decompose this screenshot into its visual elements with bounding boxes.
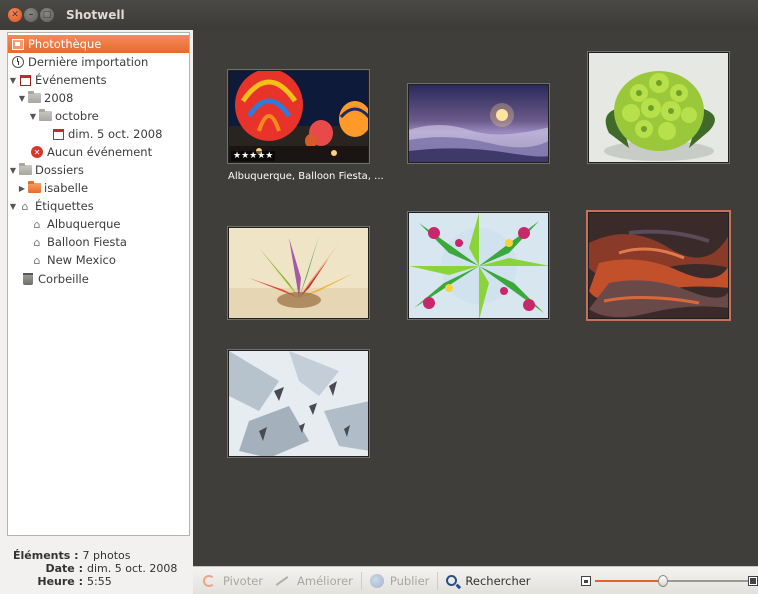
bottom-toolbar: Pivoter Améliorer Publier Rechercher: [193, 566, 758, 594]
sidebar-item-trash[interactable]: Corbeille: [21, 270, 89, 288]
folder-icon: [27, 91, 41, 104]
sidebar-item-month[interactable]: ▼ octobre: [28, 107, 99, 125]
info-panel: Éléments : 7 photos Date : dim. 5 oct. 2…: [7, 543, 190, 591]
toolbar-separator: [360, 571, 362, 590]
zoom-out-icon[interactable]: [581, 576, 591, 586]
expander-down-icon[interactable]: ▼: [8, 202, 18, 211]
sidebar-item-label: Albuquerque: [47, 217, 121, 231]
rotate-label: Pivoter: [223, 573, 264, 588]
title-bar: ✕ – □ Shotwell: [0, 0, 758, 30]
info-elements-value: 7 photos: [82, 549, 131, 562]
sidebar-item-tag[interactable]: ⌂ Albuquerque: [30, 215, 121, 233]
folder-icon: [27, 181, 41, 194]
sidebar-item-label: dim. 5 oct. 2008: [68, 127, 163, 141]
maximize-icon[interactable]: □: [40, 8, 54, 22]
sidebar: Photothèque Dernière importation ▼ Événe…: [7, 32, 190, 536]
photo-grid: ★★★★★ Albuquerque, Balloon Fiesta, ...: [193, 30, 758, 566]
tag-icon: ⌂: [33, 253, 41, 267]
photo-thumbnail[interactable]: [588, 212, 729, 319]
enhance-wand-icon: [275, 575, 289, 586]
info-date-value: dim. 5 oct. 2008: [87, 562, 178, 575]
zoom-handle[interactable]: [658, 575, 668, 587]
library-icon: [11, 38, 25, 50]
expander-right-icon[interactable]: ▶: [17, 184, 27, 193]
rotate-button[interactable]: Pivoter: [197, 569, 269, 593]
publish-label: Publier: [389, 573, 430, 588]
expander-down-icon[interactable]: ▼: [8, 166, 18, 175]
sidebar-item-tag[interactable]: ⌂ Balloon Fiesta: [30, 233, 127, 251]
close-icon[interactable]: ✕: [8, 8, 22, 22]
expander-down-icon[interactable]: ▼: [8, 76, 18, 85]
info-date-key: Date :: [45, 562, 83, 575]
photo-thumbnail[interactable]: [408, 212, 549, 319]
tag-icon: ⌂: [21, 199, 29, 213]
toolbar-separator: [437, 571, 439, 590]
sidebar-item-label: Balloon Fiesta: [47, 235, 127, 249]
sidebar-item-year[interactable]: ▼ 2008: [17, 89, 73, 107]
sidebar-item-event-day[interactable]: dim. 5 oct. 2008: [51, 125, 162, 143]
sidebar-item-tags[interactable]: ▼ ⌂ Étiquettes: [8, 197, 94, 215]
sidebar-item-label: Événements: [35, 73, 107, 87]
sidebar-item-label: Dossiers: [35, 163, 84, 177]
info-elements-key: Éléments :: [13, 549, 79, 562]
sidebar-item-label: 2008: [44, 91, 74, 105]
tag-icon: ⌂: [33, 217, 41, 231]
photo-thumbnail[interactable]: [408, 84, 549, 163]
search-icon: [446, 575, 458, 586]
clock-icon: [11, 56, 25, 68]
sidebar-item-label: Photothèque: [28, 37, 102, 51]
enhance-label: Améliorer: [297, 573, 353, 588]
error-icon: ✕: [30, 146, 44, 158]
expander-down-icon[interactable]: ▼: [17, 94, 27, 103]
tag-icon: ⌂: [33, 235, 41, 249]
window-title: Shotwell: [66, 8, 125, 22]
sidebar-item-label: Dernière importation: [28, 55, 149, 69]
photo-thumbnail[interactable]: [588, 52, 729, 163]
sidebar-item-isabelle[interactable]: ▶ isabelle: [17, 179, 88, 197]
info-time-value: 5:55: [87, 575, 112, 588]
expander-down-icon[interactable]: ▼: [28, 112, 38, 121]
sidebar-item-label: New Mexico: [47, 253, 116, 267]
search-button[interactable]: Rechercher: [440, 569, 536, 593]
window-controls: ✕ – □: [8, 8, 54, 22]
rating-stars: ★★★★★: [231, 151, 276, 161]
zoom-slider[interactable]: [581, 574, 758, 588]
sidebar-item-label: isabelle: [44, 181, 89, 195]
calendar-icon: [51, 128, 65, 140]
zoom-in-icon[interactable]: [748, 576, 758, 586]
sidebar-item-label: Corbeille: [38, 272, 89, 286]
folder-icon: [18, 163, 32, 176]
publish-button[interactable]: Publier: [364, 569, 436, 593]
info-time-key: Heure :: [37, 575, 83, 588]
photo-thumbnail[interactable]: ★★★★★: [228, 70, 369, 163]
globe-icon: [369, 573, 384, 588]
zoom-track[interactable]: [595, 575, 755, 587]
sidebar-item-label: Étiquettes: [35, 199, 94, 213]
sidebar-item-label: Aucun événement: [47, 145, 153, 159]
enhance-button[interactable]: Améliorer: [269, 569, 359, 593]
sidebar-item-folders[interactable]: ▼ Dossiers: [8, 161, 84, 179]
folder-icon: [38, 109, 52, 122]
sidebar-item-tag[interactable]: ⌂ New Mexico: [30, 251, 116, 269]
sidebar-item-label: octobre: [55, 109, 99, 123]
zoom-fill: [595, 580, 663, 582]
photo-thumbnail[interactable]: [228, 227, 369, 319]
search-label: Rechercher: [465, 573, 531, 588]
sidebar-item-events[interactable]: ▼ Événements: [8, 71, 107, 89]
rotate-icon: [203, 574, 215, 587]
minimize-icon[interactable]: –: [24, 8, 38, 22]
photo-thumbnail[interactable]: [228, 350, 369, 457]
sidebar-item-library[interactable]: Photothèque: [8, 35, 189, 53]
trash-icon: [21, 273, 35, 285]
sidebar-item-no-event[interactable]: ✕ Aucun événement: [30, 143, 152, 161]
calendar-icon: [18, 74, 32, 86]
photo-caption: Albuquerque, Balloon Fiesta, ...: [228, 171, 384, 182]
sidebar-item-last-import[interactable]: Dernière importation: [11, 53, 148, 71]
